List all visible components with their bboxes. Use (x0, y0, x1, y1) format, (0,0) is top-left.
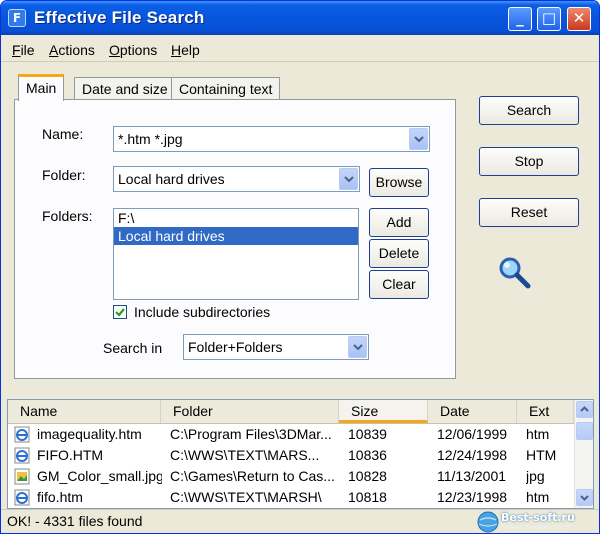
clear-button[interactable]: Clear (369, 270, 429, 299)
folder-combobox[interactable]: Local hard drives (113, 166, 360, 192)
ie-html-icon (14, 489, 30, 506)
scroll-up-button[interactable] (576, 401, 593, 418)
cell-date: 11/13/2001 (437, 468, 507, 484)
ie-html-icon (14, 426, 30, 443)
search-in-label: Search in (103, 340, 163, 356)
menu-help[interactable]: Help (171, 42, 200, 58)
tab-date-and-size[interactable]: Date and size (74, 77, 176, 100)
status-bar: OK! - 4331 files found Best-soft.ru Толь… (1, 509, 599, 533)
folder-dropdown-button[interactable] (339, 168, 358, 190)
name-label: Name: (42, 126, 84, 142)
table-row[interactable]: imagequality.htm C:\Program Files\3DMar.… (8, 424, 573, 445)
menu-file[interactable]: File (12, 42, 35, 58)
close-button[interactable]: ✕ (567, 7, 591, 31)
cell-folder: C:\Games\Return to Cas... (170, 468, 335, 484)
folders-label: Folders: (42, 208, 93, 224)
column-header-date[interactable]: Date (428, 400, 517, 423)
cell-ext: jpg (526, 468, 545, 484)
tab-main[interactable]: Main (18, 74, 65, 101)
cell-name: fifo.htm (37, 489, 83, 505)
search-button[interactable]: Search (479, 96, 579, 125)
cell-folder: C:\WWS\TEXT\MARS... (170, 447, 320, 463)
menu-actions[interactable]: Actions (49, 42, 95, 58)
results-scrollbar[interactable] (574, 400, 593, 508)
add-button[interactable]: Add (369, 208, 429, 237)
magnifier-icon (499, 257, 531, 289)
table-row[interactable]: GM_Color_small.jpg C:\Games\Return to Ca… (8, 466, 573, 487)
list-item-selected[interactable]: Local hard drives (114, 227, 358, 245)
include-subdirectories-checkbox[interactable] (113, 305, 127, 319)
results-table[interactable]: Name Folder Size Date Ext imagequality.h… (7, 399, 594, 509)
menu-options[interactable]: Options (109, 42, 157, 58)
cell-name: GM_Color_small.jpg (37, 468, 162, 484)
maximize-button[interactable]: □ (537, 7, 561, 31)
reset-button[interactable]: Reset (479, 198, 579, 227)
cell-name: imagequality.htm (37, 426, 142, 442)
column-header-folder[interactable]: Folder (161, 400, 339, 423)
table-header: Name Folder Size Date Ext (8, 400, 574, 424)
cell-date: 12/06/1999 (437, 426, 508, 442)
cell-date: 12/23/1998 (437, 489, 508, 505)
tab-containing-text[interactable]: Containing text (171, 77, 281, 100)
name-dropdown-button[interactable] (409, 128, 428, 150)
search-in-value: Folder+Folders (188, 339, 283, 355)
app-icon: F (8, 9, 26, 27)
watermark-tagline: Только лучший софт! (501, 524, 570, 531)
folders-listbox[interactable]: F:\ Local hard drives (113, 208, 359, 300)
chevron-down-icon (580, 495, 589, 501)
cell-size: 10836 (348, 447, 387, 463)
stop-button[interactable]: Stop (479, 147, 579, 176)
folder-value: Local hard drives (118, 171, 225, 187)
title-bar[interactable]: F Effective File Search _ □ ✕ (1, 1, 599, 35)
ie-html-icon (14, 447, 30, 464)
table-row[interactable]: fifo.htm C:\WWS\TEXT\MARSH\ 10818 12/23/… (8, 487, 573, 508)
column-header-size[interactable]: Size (339, 400, 428, 423)
delete-button[interactable]: Delete (369, 239, 429, 268)
watermark-site: Best-soft.ru (501, 511, 575, 524)
minimize-button[interactable]: _ (508, 7, 532, 31)
cell-name: FIFO.HTM (37, 447, 104, 463)
column-header-name[interactable]: Name (8, 400, 161, 423)
cell-folder: C:\Program Files\3DMar... (170, 426, 332, 442)
chevron-down-icon (344, 176, 354, 183)
menu-bar: File Actions Options Help (1, 38, 599, 62)
scroll-down-button[interactable] (576, 489, 593, 506)
globe-logo-icon (477, 511, 499, 533)
list-item[interactable]: F:\ (114, 209, 358, 227)
chevron-up-icon (580, 406, 589, 412)
name-combobox[interactable]: *.htm *.jpg (113, 126, 430, 152)
chevron-down-icon (353, 344, 363, 351)
checkmark-icon (115, 308, 125, 317)
image-file-icon (14, 468, 30, 485)
cell-size: 10818 (348, 489, 387, 505)
name-value: *.htm *.jpg (118, 131, 183, 147)
cell-folder: C:\WWS\TEXT\MARSH\ (170, 489, 322, 505)
cell-ext: htm (526, 426, 550, 442)
cell-ext: htm (526, 489, 550, 505)
status-text: OK! - 4331 files found (7, 513, 143, 529)
column-header-ext[interactable]: Ext (517, 400, 574, 423)
browse-button[interactable]: Browse (369, 168, 429, 197)
cell-size: 10839 (348, 426, 387, 442)
cell-date: 12/24/1998 (437, 447, 508, 463)
search-in-dropdown-button[interactable] (348, 336, 367, 358)
table-row[interactable]: FIFO.HTM C:\WWS\TEXT\MARS... 10836 12/24… (8, 445, 573, 466)
window-title: Effective File Search (34, 8, 205, 27)
watermark: Best-soft.ru Только лучший софт! (477, 511, 593, 533)
scroll-thumb[interactable] (576, 422, 593, 440)
include-subdirectories-label: Include subdirectories (134, 304, 271, 320)
app-window: F Effective File Search _ □ ✕ File Actio… (0, 0, 600, 534)
folder-label: Folder: (42, 167, 86, 183)
chevron-down-icon (414, 136, 424, 143)
cell-ext: HTM (526, 447, 557, 463)
search-in-combobox[interactable]: Folder+Folders (183, 334, 369, 360)
cell-size: 10828 (348, 468, 387, 484)
